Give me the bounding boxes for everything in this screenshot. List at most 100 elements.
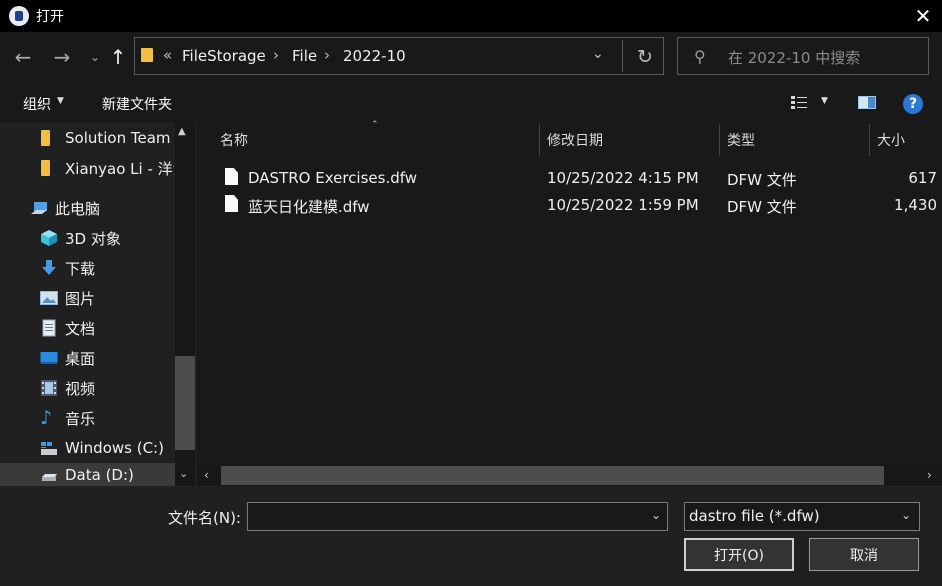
column-header-name[interactable]: 名称 — [220, 130, 248, 150]
open-button[interactable]: 打开(O) — [684, 538, 794, 571]
sidebar-item-label: 文档 — [65, 319, 96, 338]
file-type: DFW 文件 — [727, 198, 797, 216]
pictures-icon — [40, 291, 58, 305]
up-button[interactable]: ↑ — [105, 42, 131, 72]
filename-label: 文件名(N): — [168, 509, 241, 527]
search-icon: ⚲ — [694, 47, 706, 66]
refresh-icon: ↻ — [637, 46, 653, 68]
folder-icon — [41, 130, 50, 146]
column-divider[interactable] — [539, 124, 540, 156]
help-icon[interactable]: ? — [903, 94, 923, 114]
sidebar-item-videos[interactable]: 视频 — [40, 373, 174, 403]
file-size: 1,430 — [894, 196, 937, 214]
column-header-size[interactable]: 大小 — [877, 130, 905, 150]
sidebar-item-pictures[interactable]: 图片 — [40, 283, 174, 313]
sidebar-item-downloads[interactable]: 下载 — [40, 253, 174, 283]
arrow-right-icon: → — [53, 45, 71, 69]
search-input[interactable]: 在 2022-10 中搜索 — [728, 47, 860, 68]
sidebar-item-label: 下载 — [65, 259, 96, 278]
sidebar-item-label: 3D 对象 — [65, 229, 121, 248]
title-bar — [0, 0, 942, 32]
cancel-button[interactable]: 取消 — [809, 538, 919, 571]
chevron-down-icon: ⌄ — [89, 50, 101, 64]
music-icon: ♪ — [40, 407, 53, 429]
sidebar-item-label: 此电脑 — [55, 199, 101, 218]
breadcrumb-2022-10[interactable]: 2022-10 — [343, 47, 406, 65]
file-date: 10/25/2022 4:15 PM — [547, 169, 699, 187]
sidebar-item-music[interactable]: ♪ 音乐 — [40, 403, 174, 433]
videos-icon — [41, 380, 57, 396]
documents-icon — [42, 319, 56, 337]
column-header-type[interactable]: 类型 — [727, 130, 755, 150]
file-icon — [225, 168, 238, 185]
sidebar-item-label: Data (D:) — [65, 466, 134, 484]
caret-down-icon[interactable]: ▼ — [821, 96, 828, 106]
sidebar-scrollbar-thumb[interactable] — [175, 356, 195, 450]
sidebar-item-label: Xianyao Li - 洋洋 — [65, 159, 174, 178]
close-icon: ✕ — [914, 4, 932, 28]
windows-drive-icon — [41, 442, 57, 455]
column-divider[interactable] — [719, 124, 720, 156]
sidebar-item-3d-objects[interactable]: 3D 对象 — [40, 223, 174, 253]
sidebar-item-label: 图片 — [65, 289, 96, 308]
file-type: DFW 文件 — [727, 171, 797, 189]
sidebar-item-label: Windows (C:) — [65, 439, 164, 457]
drive-icon — [42, 474, 57, 481]
view-options-icon[interactable] — [790, 95, 808, 109]
column-divider[interactable] — [869, 124, 870, 156]
sidebar-item-label: 音乐 — [65, 409, 96, 428]
address-dropdown-button[interactable]: ⌄ — [592, 46, 612, 62]
file-icon — [225, 195, 238, 212]
sidebar-item-solution-team[interactable]: Solution Team — [41, 123, 173, 153]
sidebar-item-windows-c[interactable]: Windows (C:) — [40, 433, 174, 463]
breadcrumb-file[interactable]: File — [292, 47, 317, 65]
file-row[interactable]: 蓝天日化建模.dfw 10/25/2022 1:59 PM DFW 文件 1,4… — [197, 192, 942, 218]
sidebar-item-documents[interactable]: 文档 — [40, 313, 174, 343]
download-icon — [42, 260, 56, 275]
file-name: 蓝天日化建模.dfw — [248, 198, 370, 216]
scroll-right-icon[interactable]: › — [927, 468, 932, 482]
file-row[interactable]: DASTRO Exercises.dfw 10/25/2022 4:15 PM … — [197, 165, 942, 191]
file-name: DASTRO Exercises.dfw — [248, 169, 418, 187]
chevron-down-icon[interactable]: ⌄ — [901, 508, 911, 522]
divider — [622, 40, 623, 72]
preview-pane-icon[interactable] — [858, 96, 876, 109]
column-header-date[interactable]: 修改日期 — [547, 130, 603, 150]
sidebar-item-label: 视频 — [65, 379, 96, 398]
chevron-down-icon: ⌄ — [592, 46, 604, 62]
close-button[interactable]: ✕ — [904, 0, 942, 32]
sort-ascending-icon: ⌃ — [371, 120, 379, 130]
refresh-button[interactable]: ↻ — [632, 44, 658, 70]
computer-icon — [31, 202, 47, 214]
file-size: 617 — [908, 169, 937, 187]
folder-icon — [41, 160, 50, 176]
sidebar-item-this-pc[interactable]: 此电脑 — [31, 193, 174, 223]
sidebar-item-data-d[interactable]: Data (D:) — [40, 463, 174, 487]
chevron-down-icon[interactable]: ⌄ — [651, 508, 661, 522]
filename-input[interactable] — [247, 502, 668, 531]
bottom-panel — [0, 486, 942, 586]
breadcrumb-filestorage[interactable]: FileStorage — [182, 47, 266, 65]
sidebar-item-label: Solution Team — [65, 129, 171, 147]
horizontal-scrollbar-thumb[interactable] — [221, 466, 884, 485]
caret-down-icon: ▼ — [57, 96, 64, 106]
breadcrumb-separator: › — [324, 46, 330, 64]
forward-button[interactable]: → — [49, 42, 75, 72]
sidebar-item-xianyao-li[interactable]: Xianyao Li - 洋洋 — [41, 153, 174, 183]
arrow-up-icon: ↑ — [109, 45, 127, 69]
window-title: 打开 — [36, 9, 64, 25]
scroll-down-icon[interactable]: ⌄ — [179, 467, 188, 480]
scroll-left-icon[interactable]: ‹ — [204, 468, 209, 482]
file-date: 10/25/2022 1:59 PM — [547, 196, 699, 214]
file-type-value: dastro file (*.dfw) — [689, 507, 820, 525]
back-button[interactable]: ← — [10, 42, 36, 72]
folder-icon — [141, 48, 153, 62]
new-folder-button[interactable]: 新建文件夹 — [102, 94, 172, 114]
organize-button[interactable]: 组织 — [23, 94, 51, 114]
breadcrumb-overflow[interactable]: « — [163, 46, 172, 64]
scroll-up-icon[interactable]: ▲ — [178, 126, 186, 137]
breadcrumb-separator: › — [273, 46, 279, 64]
3d-objects-icon — [41, 230, 57, 246]
app-icon — [9, 6, 29, 26]
sidebar-item-desktop[interactable]: 桌面 — [40, 343, 174, 373]
